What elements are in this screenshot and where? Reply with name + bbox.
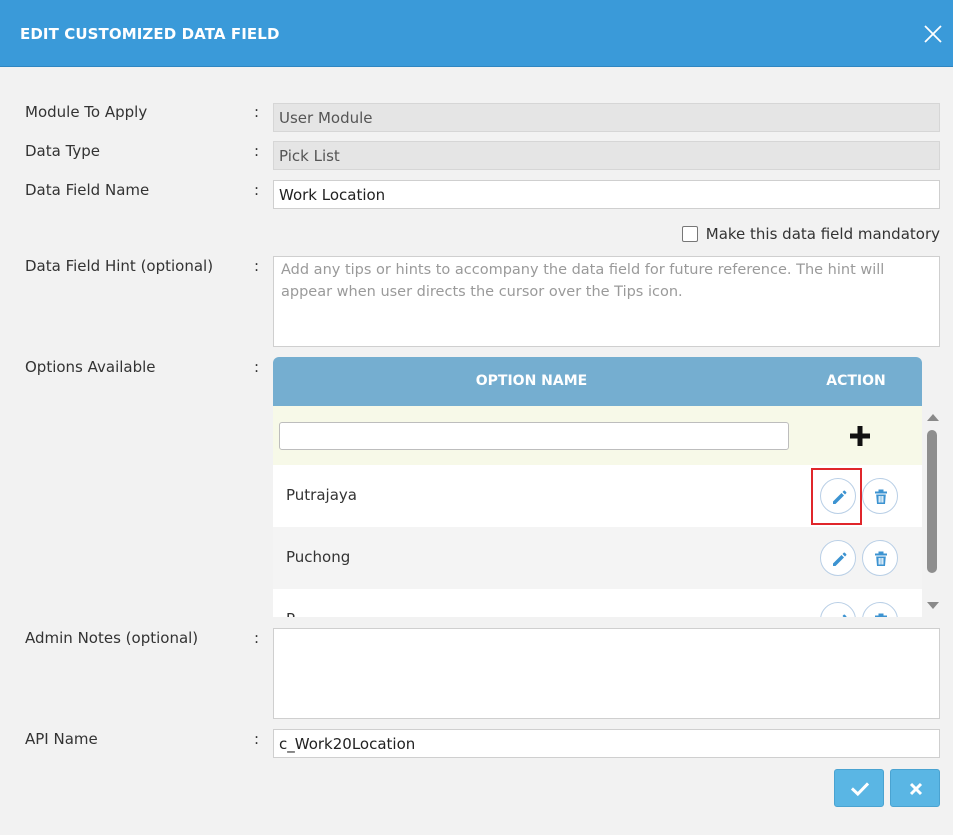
colon: :	[254, 730, 260, 748]
colon: :	[254, 358, 260, 376]
module-field: User Module	[273, 103, 940, 132]
module-label: Module To Apply	[25, 103, 148, 121]
colon: :	[254, 181, 260, 199]
scroll-thumb[interactable]	[927, 430, 937, 573]
delete-option-button[interactable]	[862, 540, 898, 576]
hint-label: Data Field Hint (optional)	[25, 257, 214, 275]
options-table-header: OPTION NAME ACTION	[273, 357, 922, 406]
pencil-icon	[833, 552, 847, 566]
options-scrollbar[interactable]	[924, 406, 940, 617]
confirm-button[interactable]	[834, 769, 884, 807]
trash-icon	[875, 551, 887, 566]
new-option-input[interactable]	[279, 422, 789, 450]
options-table: OPTION NAME ACTION Putrajaya Puchong	[273, 357, 940, 617]
api-name-input[interactable]: c_Work20Location	[273, 729, 940, 758]
admin-notes-textarea[interactable]	[273, 628, 940, 719]
options-label: Options Available	[25, 358, 156, 376]
colon: :	[254, 629, 260, 647]
option-name: Putrajaya	[286, 486, 357, 504]
close-button[interactable]	[923, 24, 943, 44]
check-icon	[851, 782, 869, 797]
data-type-field: Pick List	[273, 141, 940, 170]
mandatory-checkbox[interactable]	[681, 226, 698, 242]
colon: :	[254, 103, 260, 121]
column-header-action: ACTION	[826, 373, 886, 389]
dialog-header: EDIT CUSTOMIZED DATA FIELD	[0, 0, 953, 67]
edit-highlight-box	[811, 468, 862, 525]
dialog-title: EDIT CUSTOMIZED DATA FIELD	[20, 25, 280, 43]
new-option-row	[273, 406, 922, 465]
pencil-icon	[842, 614, 847, 617]
mandatory-label: Make this data field mandatory	[705, 225, 940, 243]
data-field-name-input[interactable]: Work Location	[273, 180, 940, 209]
option-name: Puchong	[286, 548, 351, 566]
add-option-button[interactable]	[848, 421, 872, 451]
edit-option-button[interactable]	[820, 540, 856, 576]
data-type-label: Data Type	[25, 142, 101, 160]
data-field-name-label: Data Field Name	[25, 181, 150, 199]
delete-option-button[interactable]	[862, 478, 898, 514]
scroll-down-arrow-icon[interactable]	[927, 602, 939, 609]
x-icon	[909, 782, 923, 796]
mandatory-option[interactable]: Make this data field mandatory	[681, 224, 940, 244]
column-header-option-name: OPTION NAME	[475, 373, 588, 389]
trash-icon	[875, 489, 887, 504]
admin-notes-label: Admin Notes (optional)	[25, 629, 199, 647]
option-name: P	[286, 610, 295, 617]
colon: :	[254, 257, 260, 275]
table-row: Putrajaya	[273, 465, 922, 527]
hint-textarea[interactable]: Add any tips or hints to accompany the d…	[273, 256, 940, 347]
colon: :	[254, 142, 260, 160]
table-row: Puchong	[273, 527, 922, 589]
scroll-up-arrow-icon[interactable]	[927, 414, 939, 421]
trash-icon	[875, 613, 887, 617]
cancel-button[interactable]	[890, 769, 940, 807]
options-table-body: Putrajaya Puchong	[273, 406, 922, 617]
close-icon	[924, 25, 942, 43]
api-name-label: API Name	[25, 730, 98, 748]
edit-option-button[interactable]	[820, 602, 856, 617]
plus-icon	[850, 426, 870, 446]
delete-option-button[interactable]	[862, 602, 898, 617]
table-row: P	[273, 589, 922, 617]
